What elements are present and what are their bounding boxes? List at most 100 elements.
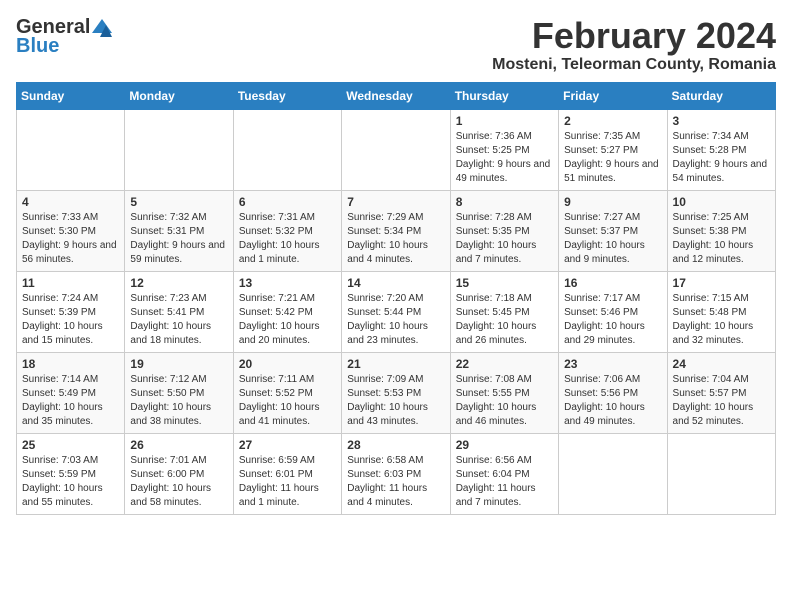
- weekday-header-thursday: Thursday: [450, 82, 558, 109]
- day-number: 23: [564, 357, 661, 371]
- day-number: 16: [564, 276, 661, 290]
- calendar-cell: [17, 109, 125, 190]
- calendar-cell: 7 Sunrise: 7:29 AM Sunset: 5:34 PM Daylig…: [342, 190, 450, 271]
- day-number: 8: [456, 195, 553, 209]
- calendar-cell: 16 Sunrise: 7:17 AM Sunset: 5:46 PM Dayli…: [559, 271, 667, 352]
- day-number: 7: [347, 195, 444, 209]
- day-info: Sunrise: 7:14 AM Sunset: 5:49 PM Dayligh…: [22, 373, 119, 429]
- weekday-header-sunday: Sunday: [17, 82, 125, 109]
- calendar-cell: 13Sunrise: 7:21 AM Sunset: 5:42 PM Dayli…: [233, 271, 341, 352]
- day-info: Sunrise: 7:23 AM Sunset: 5:41 PM Dayligh…: [130, 292, 227, 348]
- day-info: Sunrise: 6:58 AM Sunset: 6:03 PM Dayligh…: [347, 454, 444, 510]
- day-info: Sunrise: 7:28 AM Sunset: 5:35 PM Dayligh…: [456, 211, 553, 267]
- calendar-cell: [559, 433, 667, 514]
- day-number: 6: [239, 195, 336, 209]
- calendar-cell: 3 Sunrise: 7:34 AM Sunset: 5:28 PM Daylig…: [667, 109, 775, 190]
- day-number: 24: [673, 357, 770, 371]
- day-info: Sunrise: 7:15 AM Sunset: 5:48 PM Dayligh…: [673, 292, 770, 348]
- day-info: Sunrise: 7:08 AM Sunset: 5:55 PM Dayligh…: [456, 373, 553, 429]
- calendar-cell: [125, 109, 233, 190]
- calendar-body: 1Sunrise: 7:36 AM Sunset: 5:25 PM Daylig…: [17, 109, 776, 514]
- calendar-table: SundayMondayTuesdayWednesdayThursdayFrid…: [16, 82, 776, 515]
- day-info: Sunrise: 7:36 AM Sunset: 5:25 PM Dayligh…: [456, 130, 553, 186]
- weekday-header-friday: Friday: [559, 82, 667, 109]
- calendar-cell: 5Sunrise: 7:32 AM Sunset: 5:31 PM Daylig…: [125, 190, 233, 271]
- day-info: Sunrise: 7:33 AM Sunset: 5:30 PM Dayligh…: [22, 211, 119, 267]
- day-number: 29: [456, 438, 553, 452]
- logo-icon: [92, 19, 112, 37]
- calendar-cell: 4Sunrise: 7:33 AM Sunset: 5:30 PM Daylig…: [17, 190, 125, 271]
- logo: General Blue: [16, 16, 114, 58]
- day-number: 2: [564, 114, 661, 128]
- logo-blue: Blue: [16, 35, 59, 58]
- day-number: 15: [456, 276, 553, 290]
- calendar-cell: 8 Sunrise: 7:28 AM Sunset: 5:35 PM Daylig…: [450, 190, 558, 271]
- page-header: General Blue February 2024 Mosteni, Tele…: [16, 16, 776, 74]
- day-info: Sunrise: 6:56 AM Sunset: 6:04 PM Dayligh…: [456, 454, 553, 510]
- calendar-cell: 14 Sunrise: 7:20 AM Sunset: 5:44 PM Dayli…: [342, 271, 450, 352]
- day-number: 13: [239, 276, 336, 290]
- day-number: 14: [347, 276, 444, 290]
- title-block: February 2024 Mosteni, Teleorman County,…: [492, 16, 776, 74]
- calendar-cell: [667, 433, 775, 514]
- weekday-header-saturday: Saturday: [667, 82, 775, 109]
- day-info: Sunrise: 7:29 AM Sunset: 5:34 PM Dayligh…: [347, 211, 444, 267]
- day-number: 3: [673, 114, 770, 128]
- day-number: 22: [456, 357, 553, 371]
- day-info: Sunrise: 7:06 AM Sunset: 5:56 PM Dayligh…: [564, 373, 661, 429]
- day-info: Sunrise: 7:27 AM Sunset: 5:37 PM Dayligh…: [564, 211, 661, 267]
- weekday-header-monday: Monday: [125, 82, 233, 109]
- day-number: 19: [130, 357, 227, 371]
- calendar-week-1: 1Sunrise: 7:36 AM Sunset: 5:25 PM Daylig…: [17, 109, 776, 190]
- day-info: Sunrise: 7:11 AM Sunset: 5:52 PM Dayligh…: [239, 373, 336, 429]
- day-number: 10: [673, 195, 770, 209]
- calendar-header-row: SundayMondayTuesdayWednesdayThursdayFrid…: [17, 82, 776, 109]
- day-info: Sunrise: 7:34 AM Sunset: 5:28 PM Dayligh…: [673, 130, 770, 186]
- calendar-cell: 18 Sunrise: 7:14 AM Sunset: 5:49 PM Dayli…: [17, 352, 125, 433]
- calendar-cell: 28 Sunrise: 6:58 AM Sunset: 6:03 PM Dayli…: [342, 433, 450, 514]
- calendar-cell: [342, 109, 450, 190]
- calendar-week-4: 18 Sunrise: 7:14 AM Sunset: 5:49 PM Dayli…: [17, 352, 776, 433]
- calendar-cell: 19Sunrise: 7:12 AM Sunset: 5:50 PM Dayli…: [125, 352, 233, 433]
- calendar-cell: 10Sunrise: 7:25 AM Sunset: 5:38 PM Dayli…: [667, 190, 775, 271]
- day-number: 11: [22, 276, 119, 290]
- calendar-cell: 29 Sunrise: 6:56 AM Sunset: 6:04 PM Dayli…: [450, 433, 558, 514]
- day-info: Sunrise: 7:31 AM Sunset: 5:32 PM Dayligh…: [239, 211, 336, 267]
- day-number: 9: [564, 195, 661, 209]
- calendar-cell: 2 Sunrise: 7:35 AM Sunset: 5:27 PM Daylig…: [559, 109, 667, 190]
- day-info: Sunrise: 7:24 AM Sunset: 5:39 PM Dayligh…: [22, 292, 119, 348]
- day-number: 20: [239, 357, 336, 371]
- day-info: Sunrise: 7:20 AM Sunset: 5:44 PM Dayligh…: [347, 292, 444, 348]
- day-info: Sunrise: 7:09 AM Sunset: 5:53 PM Dayligh…: [347, 373, 444, 429]
- calendar-week-2: 4Sunrise: 7:33 AM Sunset: 5:30 PM Daylig…: [17, 190, 776, 271]
- day-info: Sunrise: 7:18 AM Sunset: 5:45 PM Dayligh…: [456, 292, 553, 348]
- calendar-week-3: 11 Sunrise: 7:24 AM Sunset: 5:39 PM Dayli…: [17, 271, 776, 352]
- day-info: Sunrise: 7:17 AM Sunset: 5:46 PM Dayligh…: [564, 292, 661, 348]
- day-number: 17: [673, 276, 770, 290]
- day-info: Sunrise: 7:01 AM Sunset: 6:00 PM Dayligh…: [130, 454, 227, 510]
- day-info: Sunrise: 7:03 AM Sunset: 5:59 PM Dayligh…: [22, 454, 119, 510]
- calendar-cell: 23 Sunrise: 7:06 AM Sunset: 5:56 PM Dayli…: [559, 352, 667, 433]
- calendar-cell: 25 Sunrise: 7:03 AM Sunset: 5:59 PM Dayli…: [17, 433, 125, 514]
- calendar-cell: 12Sunrise: 7:23 AM Sunset: 5:41 PM Dayli…: [125, 271, 233, 352]
- day-info: Sunrise: 7:04 AM Sunset: 5:57 PM Dayligh…: [673, 373, 770, 429]
- location-title: Mosteni, Teleorman County, Romania: [492, 56, 776, 74]
- day-info: Sunrise: 7:35 AM Sunset: 5:27 PM Dayligh…: [564, 130, 661, 186]
- calendar-cell: 27 Sunrise: 6:59 AM Sunset: 6:01 PM Dayli…: [233, 433, 341, 514]
- calendar-cell: 6 Sunrise: 7:31 AM Sunset: 5:32 PM Daylig…: [233, 190, 341, 271]
- calendar-cell: 22 Sunrise: 7:08 AM Sunset: 5:55 PM Dayli…: [450, 352, 558, 433]
- calendar-cell: 26 Sunrise: 7:01 AM Sunset: 6:00 PM Dayli…: [125, 433, 233, 514]
- calendar-week-5: 25 Sunrise: 7:03 AM Sunset: 5:59 PM Dayli…: [17, 433, 776, 514]
- day-number: 18: [22, 357, 119, 371]
- day-number: 26: [130, 438, 227, 452]
- calendar-cell: 11 Sunrise: 7:24 AM Sunset: 5:39 PM Dayli…: [17, 271, 125, 352]
- day-info: Sunrise: 6:59 AM Sunset: 6:01 PM Dayligh…: [239, 454, 336, 510]
- month-title: February 2024: [492, 16, 776, 56]
- day-number: 25: [22, 438, 119, 452]
- day-number: 27: [239, 438, 336, 452]
- calendar-cell: [233, 109, 341, 190]
- calendar-cell: 17 Sunrise: 7:15 AM Sunset: 5:48 PM Dayli…: [667, 271, 775, 352]
- day-number: 28: [347, 438, 444, 452]
- calendar-cell: 24 Sunrise: 7:04 AM Sunset: 5:57 PM Dayli…: [667, 352, 775, 433]
- calendar-cell: 9 Sunrise: 7:27 AM Sunset: 5:37 PM Daylig…: [559, 190, 667, 271]
